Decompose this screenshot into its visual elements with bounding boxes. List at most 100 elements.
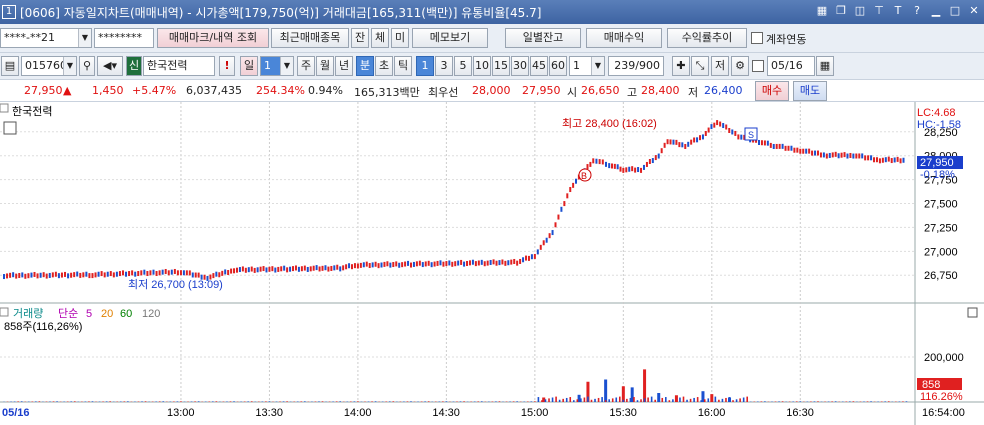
stock-list-icon[interactable]: ▤ [1, 56, 19, 76]
candle [125, 271, 128, 277]
cross-icon[interactable]: ✚ [672, 56, 690, 76]
interval-3-button[interactable]: 3 [435, 56, 453, 76]
candle [427, 260, 430, 266]
candle [893, 157, 896, 163]
minimize-icon[interactable]: ▁ [928, 3, 944, 19]
count-select[interactable]: 1 ▼ [569, 56, 605, 76]
candle [445, 261, 448, 267]
help-icon[interactable]: ? [909, 3, 925, 19]
candle [82, 272, 85, 278]
candle [70, 272, 73, 278]
balance-button[interactable]: 잔 [351, 28, 369, 48]
candle [97, 271, 100, 277]
panel-close-icon[interactable] [967, 307, 978, 318]
volume-bar [215, 401, 218, 402]
volume-bar [650, 396, 653, 402]
sound-icon[interactable]: ◀▾ [97, 56, 123, 76]
restore-icon[interactable]: ◫ [852, 3, 868, 19]
draw-tool-icon[interactable]: ⤡ [691, 56, 709, 76]
calculator-icon[interactable] [3, 121, 17, 135]
candle [333, 265, 336, 271]
current-price: 27,950 [24, 84, 63, 97]
search-icon[interactable]: ⚲ [79, 56, 95, 76]
text-icon[interactable]: T [890, 3, 906, 19]
daily-balance-button[interactable]: 일별잔고 [505, 28, 581, 48]
candle [666, 139, 669, 145]
interval-15-button[interactable]: 15 [492, 56, 510, 76]
recent-stocks-button[interactable]: 최근매매종목 [271, 28, 349, 48]
chart-area[interactable]: 13:00 13:30 14:00 14:30 15:00 15:30 16:00 16:30… [0, 102, 984, 425]
candle [409, 262, 412, 268]
password-field[interactable]: ******** [94, 28, 154, 48]
candle [146, 271, 149, 277]
candle [351, 264, 354, 270]
candle [781, 143, 784, 149]
filled-button[interactable]: 체 [371, 28, 389, 48]
date-field[interactable]: 05/16 [767, 56, 815, 76]
candle [566, 193, 569, 199]
volume-bar [887, 401, 890, 402]
period-day-button[interactable]: 일 [240, 56, 258, 76]
unfilled-button[interactable]: 미 [391, 28, 409, 48]
interval-45-button[interactable]: 45 [530, 56, 548, 76]
stock-name-field[interactable]: 한국전력 [143, 56, 215, 76]
volume-bar [388, 401, 391, 402]
warning-icon[interactable]: ! [219, 56, 235, 76]
interval-10-button[interactable]: 10 [473, 56, 491, 76]
volume-bar [735, 399, 738, 402]
volume-bar [282, 401, 285, 402]
second-button[interactable]: 초 [375, 56, 393, 76]
month-button[interactable]: 월 [316, 56, 334, 76]
interval-1-button[interactable]: 1 [416, 56, 434, 76]
maximize-icon[interactable]: □ [947, 3, 963, 19]
volume-bar [870, 401, 872, 402]
week-button[interactable]: 주 [297, 56, 315, 76]
memo-button[interactable]: 메모보기 [412, 28, 488, 48]
profit-rate-button[interactable]: 수익률추이 [667, 28, 747, 48]
candle [772, 143, 775, 149]
minute-button[interactable]: 분 [356, 56, 374, 76]
date-checkbox[interactable] [752, 60, 764, 72]
candle [513, 258, 516, 264]
buy-button[interactable]: 매수 [755, 81, 789, 101]
pin-icon[interactable]: ⊤ [871, 3, 887, 19]
interval-60-button[interactable]: 60 [549, 56, 567, 76]
grid-icon[interactable]: ▦ [814, 3, 830, 19]
candle [843, 152, 846, 158]
candle [238, 267, 241, 273]
candle [669, 139, 672, 145]
candle [103, 272, 106, 278]
volume-bar [558, 399, 561, 402]
save-icon[interactable]: 저 [711, 56, 729, 76]
title-bar: 1 [0606] 자동일지차트(매매내역) - 시가총액[179,750(억)]… [0, 0, 984, 24]
volume-bar [742, 397, 745, 402]
interval-30-button[interactable]: 30 [511, 56, 529, 76]
candle [140, 270, 143, 276]
volume-bar [711, 397, 713, 402]
account-select[interactable]: ****-**21 ▼ [0, 28, 92, 48]
x-tick-label: 13:30 [255, 407, 283, 419]
volume-legend: 거래량 [13, 307, 43, 320]
volume-bar [544, 399, 547, 402]
link-checkbox[interactable] [751, 32, 763, 44]
low-label: 저 [688, 86, 699, 99]
sell-button[interactable]: 매도 [793, 81, 827, 101]
copy-icon[interactable]: ❐ [833, 3, 849, 19]
period-num-select[interactable]: 1 ▼ [260, 56, 294, 76]
interval-5-button[interactable]: 5 [454, 56, 472, 76]
credit-badge: 신 [126, 56, 142, 76]
volume-bar [410, 401, 412, 402]
year-button[interactable]: 년 [335, 56, 353, 76]
tick-button[interactable]: 틱 [394, 56, 412, 76]
stock-code-field[interactable]: 015760 ▼ [21, 56, 77, 76]
count-field[interactable]: 239/900 [608, 56, 664, 76]
candle [259, 266, 262, 272]
candle [598, 159, 601, 165]
candle [519, 258, 522, 264]
trade-profit-button[interactable]: 매매수익 [586, 28, 662, 48]
calendar-icon[interactable]: ▦ [816, 56, 834, 76]
close-icon[interactable]: ✕ [966, 3, 982, 19]
trade-mark-button[interactable]: 매매마크/내역 조회 [157, 28, 269, 48]
settings-gear-icon[interactable]: ⚙ [731, 56, 749, 76]
ask-price: 28,000 [472, 84, 511, 97]
